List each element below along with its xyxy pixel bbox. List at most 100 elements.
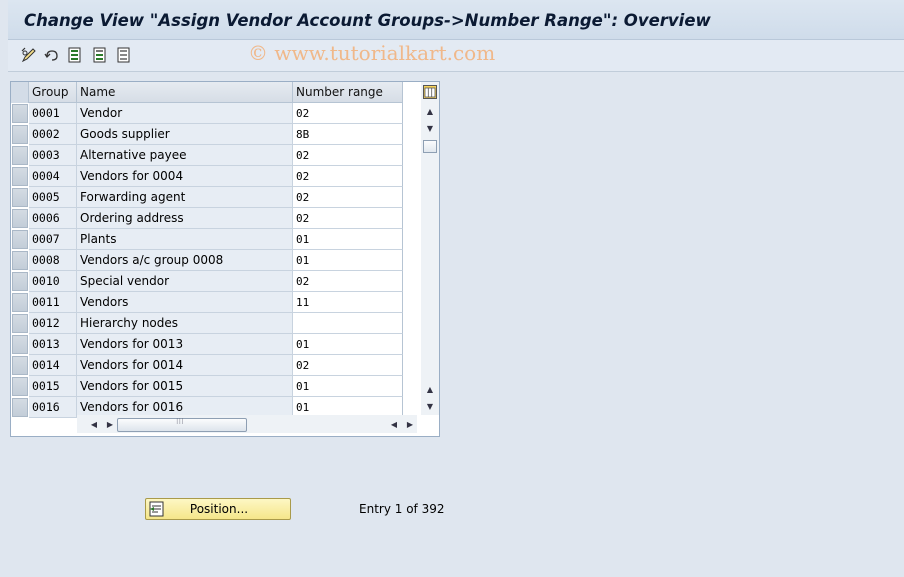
application-toolbar: © www.tutorialkart.com (8, 40, 904, 72)
position-button[interactable]: Position... (145, 498, 291, 520)
select-all-rows-button[interactable] (11, 82, 29, 103)
table-row: 0006 Ordering address 02 (11, 208, 403, 229)
row-selector[interactable] (12, 398, 28, 417)
cell-group: 0006 (29, 208, 77, 229)
row-selector[interactable] (12, 146, 28, 165)
cell-group: 0002 (29, 124, 77, 145)
table-row: 0002 Goods supplier 8B (11, 124, 403, 145)
scroll-up-icon[interactable]: ▲ (425, 106, 435, 116)
cell-group: 0011 (29, 292, 77, 313)
row-selector[interactable] (12, 188, 28, 207)
scroll-down-icon[interactable]: ▼ (425, 123, 435, 133)
cell-group: 0013 (29, 334, 77, 355)
table-row: 0014 Vendors for 0014 02 (11, 355, 403, 376)
cell-number-range-input[interactable]: 01 (293, 334, 403, 355)
cell-name: Vendors for 0004 (77, 166, 293, 187)
position-button-label: Position... (189, 502, 249, 516)
cell-number-range-input[interactable]: 02 (293, 187, 403, 208)
main-content: Group Name Number range 0001 Vendor 02 0002… (8, 73, 904, 577)
cell-number-range-input[interactable]: 11 (293, 292, 403, 313)
row-selector[interactable] (12, 104, 28, 123)
cell-name: Special vendor (77, 271, 293, 292)
table-row: 0011 Vendors 11 (11, 292, 403, 313)
table-settings-icon[interactable] (421, 82, 439, 102)
cell-number-range-input[interactable]: 02 (293, 103, 403, 124)
entry-counter: Entry 1 of 392 (359, 502, 445, 516)
row-selector[interactable] (12, 125, 28, 144)
page-title: Change View "Assign Vendor Account Group… (24, 11, 711, 30)
table-row: 0013 Vendors for 0013 01 (11, 334, 403, 355)
watermark-text: © www.tutorialkart.com (248, 41, 496, 65)
cell-group: 0007 (29, 229, 77, 250)
scroll-right-end-icon[interactable]: ▶ (405, 418, 415, 430)
select-all-icon[interactable] (66, 46, 84, 64)
cell-group: 0010 (29, 271, 77, 292)
page-up-icon[interactable]: ▲ (425, 384, 435, 394)
table-row: 0010 Special vendor 02 (11, 271, 403, 292)
cell-number-range-input[interactable]: 01 (293, 229, 403, 250)
cell-name: Forwarding agent (77, 187, 293, 208)
horizontal-scroll-thumb[interactable]: ⁝⁝⁝ (117, 417, 247, 432)
cell-name: Hierarchy nodes (77, 313, 293, 334)
cell-number-range-input[interactable]: 02 (293, 355, 403, 376)
cell-group: 0016 (29, 397, 77, 418)
vertical-scrollbar[interactable]: ▲ ▼ ▲ ▼ (421, 82, 439, 415)
page-down-icon[interactable]: ▼ (425, 401, 435, 411)
cell-number-range-input[interactable]: 02 (293, 208, 403, 229)
row-selector[interactable] (12, 167, 28, 186)
table-row: 0004 Vendors for 0004 02 (11, 166, 403, 187)
scroll-right-icon[interactable]: ▶ (105, 418, 115, 430)
cell-number-range-input[interactable]: 01 (293, 250, 403, 271)
cell-number-range-input[interactable]: 02 (293, 145, 403, 166)
cell-number-range-input[interactable] (293, 313, 403, 334)
row-selector[interactable] (12, 230, 28, 249)
row-selector[interactable] (12, 209, 28, 228)
select-block-icon[interactable] (91, 46, 109, 64)
cell-group: 0003 (29, 145, 77, 166)
cell-name: Ordering address (77, 208, 293, 229)
row-selector[interactable] (12, 356, 28, 375)
table-row: 0008 Vendors a/c group 0008 01 (11, 250, 403, 271)
column-header-name[interactable]: Name (77, 82, 293, 103)
table-row: 0007 Plants 01 (11, 229, 403, 250)
cell-number-range-input[interactable]: 02 (293, 271, 403, 292)
scroll-left-end-icon[interactable]: ◀ (389, 418, 399, 430)
cell-name: Vendors (77, 292, 293, 313)
cell-name: Vendors a/c group 0008 (77, 250, 293, 271)
cell-number-range-input[interactable]: 02 (293, 166, 403, 187)
cell-group: 0001 (29, 103, 77, 124)
table-row: 0001 Vendor 02 (11, 103, 403, 124)
table-row: 0012 Hierarchy nodes (11, 313, 403, 334)
row-selector[interactable] (12, 272, 28, 291)
column-header-number-range[interactable]: Number range (293, 82, 403, 103)
row-selector[interactable] (12, 314, 28, 333)
row-selector[interactable] (12, 335, 28, 354)
table-row: 0015 Vendors for 0015 01 (11, 376, 403, 397)
cell-group: 0015 (29, 376, 77, 397)
row-selector[interactable] (12, 293, 28, 312)
row-selector[interactable] (12, 377, 28, 396)
cell-name: Alternative payee (77, 145, 293, 166)
grip-icon: ⁝⁝⁝ (176, 417, 184, 426)
cell-number-range-input[interactable]: 8B (293, 124, 403, 145)
cell-name: Vendors for 0014 (77, 355, 293, 376)
cell-group: 0014 (29, 355, 77, 376)
scroll-left-icon[interactable]: ◀ (89, 418, 99, 430)
cell-name: Vendor (77, 103, 293, 124)
table-row: 0005 Forwarding agent 02 (11, 187, 403, 208)
table-control: Group Name Number range 0001 Vendor 02 0002… (10, 81, 440, 437)
cell-name: Goods supplier (77, 124, 293, 145)
cell-name: Plants (77, 229, 293, 250)
display-change-icon[interactable] (20, 46, 38, 64)
cell-name: Vendors for 0013 (77, 334, 293, 355)
undo-icon[interactable] (43, 46, 61, 64)
cell-name: Vendors for 0015 (77, 376, 293, 397)
cell-group: 0012 (29, 313, 77, 334)
column-header-group[interactable]: Group (29, 82, 77, 103)
vertical-scroll-thumb[interactable] (423, 140, 437, 153)
cell-group: 0005 (29, 187, 77, 208)
row-selector[interactable] (12, 251, 28, 270)
cell-number-range-input[interactable]: 01 (293, 376, 403, 397)
horizontal-scrollbar[interactable]: ◀ ▶ ⁝⁝⁝ ◀ ▶ (77, 415, 417, 433)
deselect-all-icon[interactable] (115, 46, 133, 64)
